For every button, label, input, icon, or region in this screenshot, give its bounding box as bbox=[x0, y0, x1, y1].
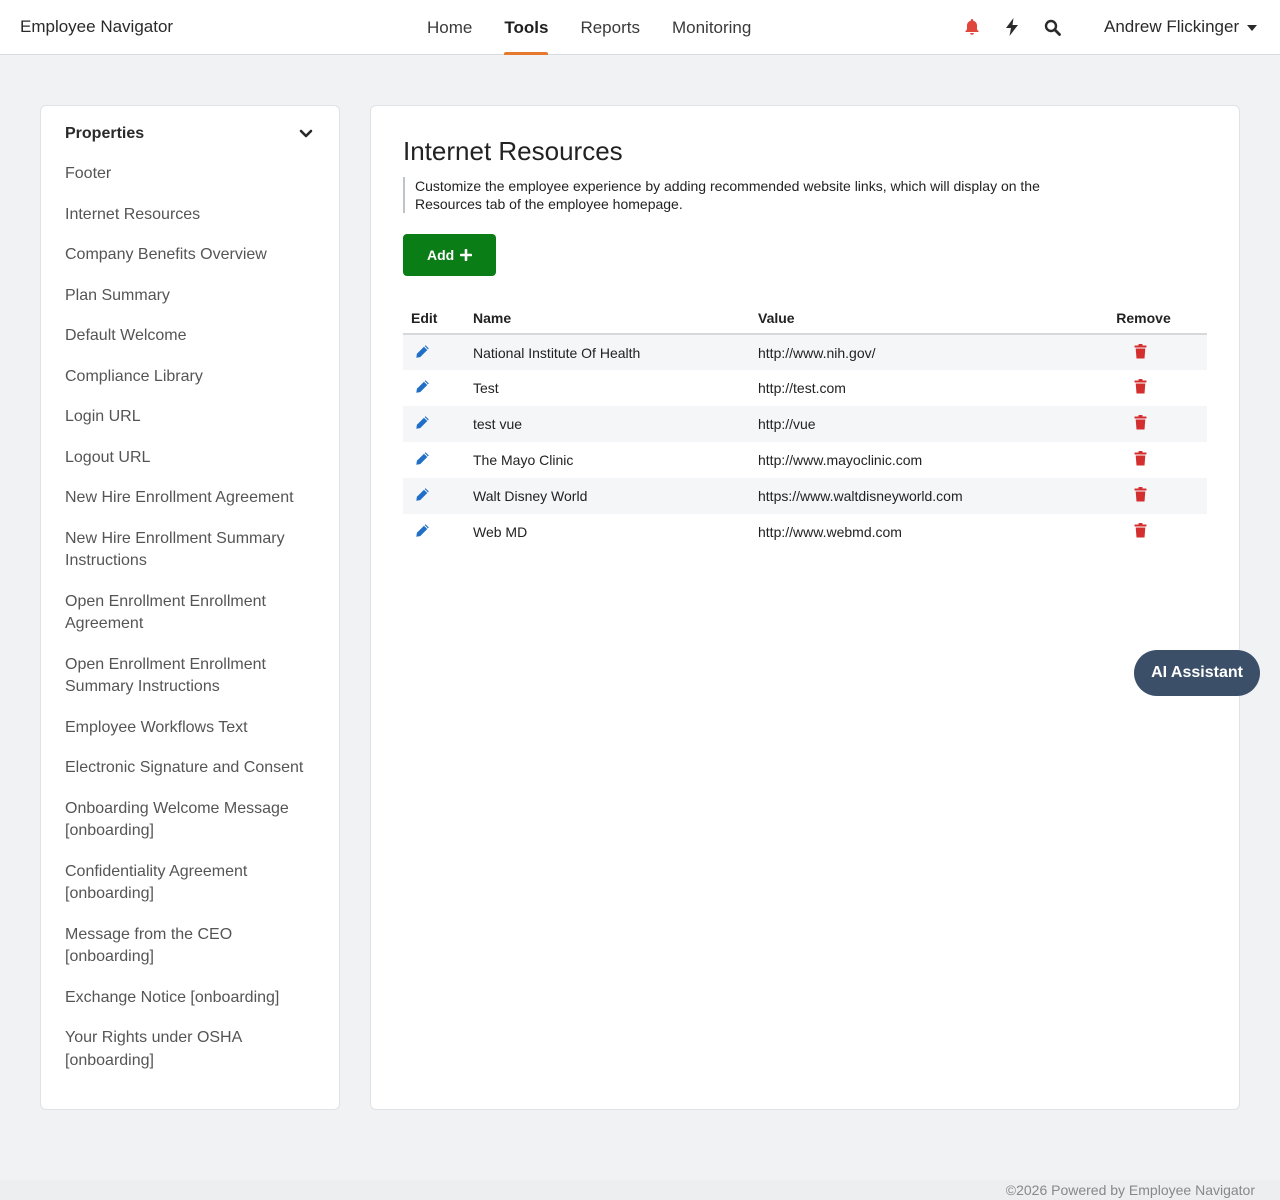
resource-name: Web MD bbox=[473, 524, 528, 540]
sidebar-header[interactable]: Properties bbox=[65, 124, 315, 144]
resource-value: http://test.com bbox=[758, 380, 846, 396]
add-button[interactable]: Add bbox=[403, 234, 497, 276]
edit-pencil-icon[interactable] bbox=[415, 451, 430, 466]
sidebar-item-your-rights-osha[interactable]: Your Rights under OSHA [onboarding] bbox=[65, 1027, 315, 1072]
nav-reports[interactable]: Reports bbox=[564, 0, 656, 55]
sidebar-item-footer[interactable]: Footer bbox=[65, 163, 315, 186]
table-row: Walt Disney World https://www.waltdisneyw… bbox=[403, 478, 1207, 514]
sidebar-list: Footer Internet Resources Company Benefi… bbox=[65, 163, 315, 1072]
search-icon[interactable] bbox=[1042, 14, 1062, 40]
nav-home[interactable]: Home bbox=[411, 0, 488, 55]
trash-icon[interactable] bbox=[1134, 379, 1147, 394]
main-nav: Home Tools Reports Monitoring bbox=[411, 0, 767, 55]
sidebar-item-default-welcome[interactable]: Default Welcome bbox=[65, 325, 315, 348]
nav-monitoring[interactable]: Monitoring bbox=[656, 0, 767, 55]
trash-icon[interactable] bbox=[1134, 343, 1147, 359]
footer-text: ©2026 Powered by Employee Navigator bbox=[1005, 1182, 1255, 1198]
sidebar-item-electronic-signature[interactable]: Electronic Signature and Consent bbox=[65, 757, 315, 780]
header-remove: Remove bbox=[1080, 302, 1207, 335]
brand-name[interactable]: Employee Navigator bbox=[20, 17, 173, 37]
header-name: Name bbox=[465, 302, 750, 335]
nav-tools[interactable]: Tools bbox=[488, 0, 564, 55]
table-header-row: Edit Name Value Remove bbox=[403, 302, 1207, 335]
resource-name: Walt Disney World bbox=[465, 478, 750, 514]
table-row: National Institute Of Health http://www.n… bbox=[403, 334, 1207, 370]
edit-pencil-icon[interactable] bbox=[415, 487, 430, 502]
header-edit: Edit bbox=[403, 302, 465, 335]
resources-table: Edit Name Value Remove National Institut… bbox=[403, 302, 1207, 550]
edit-pencil-icon[interactable] bbox=[415, 523, 430, 538]
table-row: The Mayo Clinic http://www.mayoclinic.com bbox=[403, 442, 1207, 478]
table-row: test vue http://vue bbox=[403, 406, 1207, 442]
table-row: Web MD http://www.webmd.com bbox=[403, 514, 1207, 550]
sidebar-item-open-enrollment-agreement[interactable]: Open Enrollment Enrollment Agreement bbox=[65, 591, 315, 636]
page-description: Customize the employee experience by add… bbox=[403, 177, 1063, 213]
sidebar-item-employee-workflows-text[interactable]: Employee Workflows Text bbox=[65, 717, 315, 740]
main-panel: Internet Resources Customize the employe… bbox=[370, 105, 1240, 1110]
sidebar-item-new-hire-enrollment-summary[interactable]: New Hire Enrollment Summary Instructions bbox=[65, 528, 315, 573]
sidebar-item-open-enrollment-summary[interactable]: Open Enrollment Enrollment Summary Instr… bbox=[65, 654, 315, 699]
bell-icon[interactable] bbox=[962, 14, 982, 40]
table-row: Test http://test.com bbox=[403, 370, 1207, 406]
resource-name: test vue bbox=[465, 406, 750, 442]
sidebar-item-internet-resources[interactable]: Internet Resources bbox=[65, 204, 315, 227]
resource-value: http://vue bbox=[750, 406, 1080, 442]
trash-icon[interactable] bbox=[1134, 451, 1147, 466]
sidebar-item-onboarding-welcome[interactable]: Onboarding Welcome Message [onboarding] bbox=[65, 798, 315, 843]
sidebar-item-login-url[interactable]: Login URL bbox=[65, 406, 315, 429]
ai-assistant-button[interactable]: AI Assistant bbox=[1134, 650, 1260, 696]
sidebar-item-compliance-library[interactable]: Compliance Library bbox=[65, 366, 315, 389]
sidebar-item-message-from-ceo[interactable]: Message from the CEO [onboarding] bbox=[65, 924, 315, 969]
resource-value: http://www.webmd.com bbox=[758, 524, 902, 540]
edit-pencil-icon[interactable] bbox=[415, 344, 430, 359]
trash-icon[interactable] bbox=[1134, 415, 1147, 430]
resource-value: http://www.nih.gov/ bbox=[750, 334, 1080, 370]
footer: ©2026 Powered by Employee Navigator bbox=[0, 1180, 1280, 1200]
bolt-icon[interactable] bbox=[1002, 14, 1022, 40]
sidebar-item-confidentiality-agreement[interactable]: Confidentiality Agreement [onboarding] bbox=[65, 861, 315, 906]
plus-icon bbox=[460, 249, 473, 261]
sidebar-title: Properties bbox=[65, 125, 145, 142]
caret-down-icon bbox=[1247, 25, 1258, 31]
resource-name: The Mayo Clinic bbox=[473, 452, 574, 468]
sidebar-item-exchange-notice[interactable]: Exchange Notice [onboarding] bbox=[65, 987, 315, 1010]
trash-icon[interactable] bbox=[1134, 523, 1147, 538]
sidebar-item-new-hire-enrollment-agreement[interactable]: New Hire Enrollment Agreement bbox=[65, 487, 315, 510]
edit-pencil-icon[interactable] bbox=[415, 415, 430, 430]
page-title: Internet Resources bbox=[403, 136, 623, 166]
header-value: Value bbox=[750, 302, 1080, 335]
chevron-down-icon bbox=[299, 129, 313, 138]
trash-icon[interactable] bbox=[1134, 487, 1147, 502]
resource-name: Test bbox=[473, 380, 499, 396]
resource-value: https://www.waltdisneyworld.com bbox=[750, 478, 1080, 514]
user-menu[interactable]: Andrew Flickinger bbox=[1104, 17, 1258, 37]
sidebar-item-company-benefits-overview[interactable]: Company Benefits Overview bbox=[65, 244, 315, 267]
resource-name: National Institute Of Health bbox=[465, 334, 750, 370]
user-name: Andrew Flickinger bbox=[1104, 17, 1240, 36]
properties-sidebar: Properties Footer Internet Resources Com… bbox=[40, 105, 340, 1110]
top-navbar: Employee Navigator Home Tools Reports Mo… bbox=[0, 0, 1280, 55]
add-button-label: Add bbox=[427, 247, 455, 263]
sidebar-item-plan-summary[interactable]: Plan Summary bbox=[65, 285, 315, 308]
edit-pencil-icon[interactable] bbox=[415, 379, 430, 394]
sidebar-item-logout-url[interactable]: Logout URL bbox=[65, 447, 315, 470]
header-icons bbox=[962, 14, 1062, 40]
resource-value: http://www.mayoclinic.com bbox=[758, 452, 923, 468]
table-body: National Institute Of Health http://www.n… bbox=[403, 334, 1207, 550]
